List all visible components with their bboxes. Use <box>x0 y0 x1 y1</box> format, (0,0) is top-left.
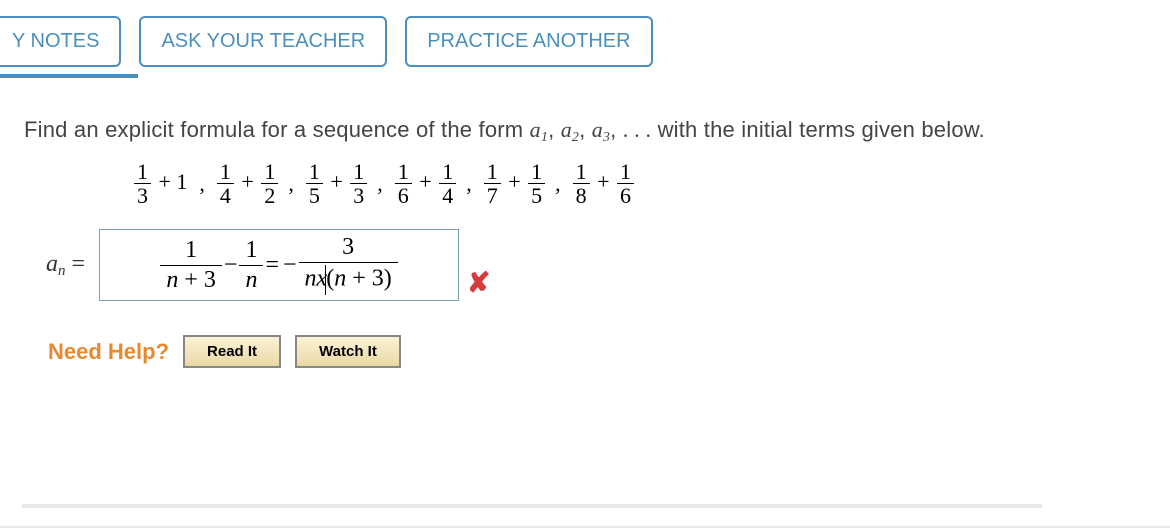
need-help-row: Need Help? Read It Watch It <box>48 335 1140 368</box>
a1-symbol: a1 <box>530 117 548 142</box>
question-content: Find an explicit formula for a sequence … <box>0 67 1170 368</box>
a3-symbol: a3 <box>592 117 610 142</box>
my-notes-button[interactable]: Y NOTES <box>0 16 121 67</box>
practice-another-button[interactable]: PRACTICE ANOTHER <box>405 16 652 67</box>
comma1: , <box>548 117 561 142</box>
term-1: 13 + 1 <box>134 160 189 207</box>
ask-teacher-button[interactable]: ASK YOUR TEACHER <box>139 16 387 67</box>
term-4: 16 + 14 <box>395 160 456 207</box>
question-panel: Y NOTES ASK YOUR TEACHER PRACTICE ANOTHE… <box>0 0 1170 528</box>
neg-sign: − <box>281 252 299 279</box>
need-help-label: Need Help? <box>48 339 169 365</box>
watch-it-button[interactable]: Watch It <box>295 335 401 368</box>
sep-5: , <box>555 171 563 197</box>
term-2: 14 + 12 <box>217 160 278 207</box>
formula-input[interactable]: 1 n + 3 − 1 n = − 3 nx(n + 3) <box>99 229 459 301</box>
frac-1-over-nplus3: 1 n + 3 <box>160 236 222 295</box>
comma2: , <box>579 117 592 142</box>
active-tab-underline <box>0 74 138 78</box>
term-6: 18 + 16 <box>573 160 634 207</box>
initial-terms: 13 + 1 , 14 + 12 , 15 + 13 , 16 + 14 , 1… <box>134 160 1140 207</box>
comma3: , <box>610 117 623 142</box>
sep-1: , <box>199 171 207 197</box>
top-action-bar: Y NOTES ASK YOUR TEACHER PRACTICE ANOTHE… <box>0 0 1170 67</box>
read-it-button[interactable]: Read It <box>183 335 281 368</box>
an-label: an = <box>46 251 85 280</box>
frac-result: 3 nx(n + 3) <box>299 233 398 297</box>
prompt-suffix: with the initial terms given below. <box>658 117 985 142</box>
sep-3: , <box>377 171 385 197</box>
term-5: 17 + 15 <box>484 160 545 207</box>
term-3: 15 + 13 <box>306 160 367 207</box>
answer-row: an = 1 n + 3 − 1 n = − 3 <box>46 229 1140 301</box>
dots: . . . <box>623 117 652 142</box>
footer-rule <box>22 504 1042 508</box>
sep-4: , <box>466 171 474 197</box>
frac-1-over-n: 1 n <box>239 236 263 295</box>
question-prompt: Find an explicit formula for a sequence … <box>24 117 1140 146</box>
equals-inner: = <box>263 252 281 279</box>
minus-1: − <box>222 252 240 279</box>
prompt-prefix: Find an explicit formula for a sequence … <box>24 117 530 142</box>
sep-2: , <box>288 171 296 197</box>
incorrect-icon: ✘ <box>467 266 490 299</box>
a2-symbol: a2 <box>561 117 579 142</box>
